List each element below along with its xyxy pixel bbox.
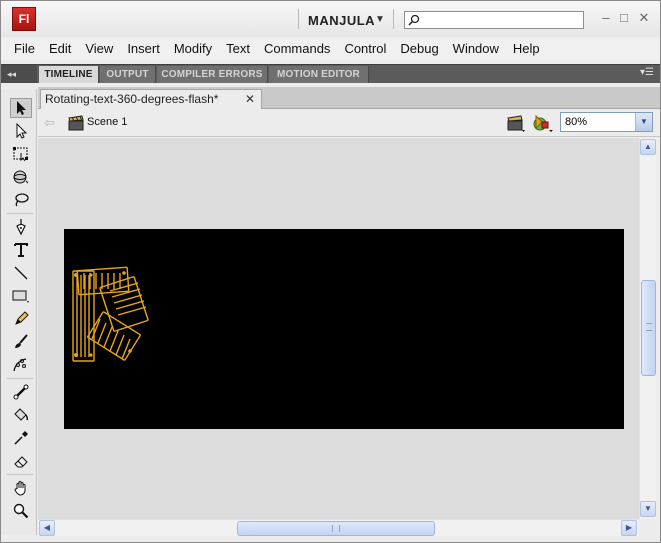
tool-divider (7, 378, 33, 379)
tab-output[interactable]: OUTPUT (100, 66, 156, 83)
vertical-scroll-thumb[interactable] (641, 280, 656, 376)
horizontal-scroll-thumb[interactable] (237, 521, 435, 536)
grip-icon (332, 525, 340, 532)
bone-tool-icon[interactable] (10, 382, 32, 402)
chevron-down-icon[interactable]: ▼ (635, 113, 652, 131)
zoom-value: 80% (565, 116, 588, 128)
tab-motion-editor[interactable]: MOTION EDITOR (269, 66, 369, 83)
scroll-down-icon[interactable]: ▼ (640, 501, 656, 517)
subselection-tool-icon[interactable] (10, 121, 32, 141)
tools-panel (1, 89, 37, 535)
menu-window[interactable]: Window (446, 38, 506, 60)
panel-tab-bar: ◂◂ TIMELINE OUTPUT COMPILER ERRORS MOTIO… (1, 64, 660, 83)
document-tab-bar: Rotating-text-360-degrees-flash* ✕ (38, 87, 660, 109)
flash-window: Fl MANJULA ▼ – □ ✕ File Edit View Insert… (0, 0, 661, 543)
scroll-left-icon[interactable]: ◀ (39, 520, 55, 536)
collapse-panels-icon[interactable]: ◂◂ (1, 65, 37, 83)
chevron-down-icon[interactable]: ▼ (375, 14, 385, 25)
edit-scene-icon[interactable] (506, 113, 526, 133)
back-arrow-icon[interactable]: ⇦ (44, 115, 55, 131)
eyedropper-tool-icon[interactable] (10, 428, 32, 448)
lasso-tool-icon[interactable] (10, 190, 32, 210)
title-divider (298, 9, 299, 29)
free-transform-tool-icon[interactable] (10, 144, 32, 164)
title-divider (393, 9, 394, 29)
minimize-button[interactable]: – (598, 10, 614, 26)
menu-text[interactable]: Text (219, 38, 257, 60)
tool-divider (7, 474, 33, 475)
menu-control[interactable]: Control (337, 38, 393, 60)
horizontal-scrollbar[interactable]: ◀ ▶ (38, 519, 639, 536)
menu-modify[interactable]: Modify (167, 38, 219, 60)
tab-timeline[interactable]: TIMELINE (39, 66, 99, 83)
paint-bucket-tool-icon[interactable] (10, 405, 32, 425)
close-button[interactable]: ✕ (636, 10, 652, 26)
document-tab[interactable]: Rotating-text-360-degrees-flash* ✕ (40, 89, 262, 109)
eraser-tool-icon[interactable] (10, 451, 32, 471)
vertical-scrollbar[interactable]: ▲ ▼ (639, 138, 656, 519)
menu-help[interactable]: Help (506, 38, 547, 60)
tab-compiler-errors[interactable]: COMPILER ERRORS (157, 66, 268, 83)
scroll-up-icon[interactable]: ▲ (640, 139, 656, 155)
panel-options-icon[interactable]: ▾☰ (640, 67, 654, 78)
line-tool-icon[interactable] (10, 263, 32, 283)
menu-debug[interactable]: Debug (393, 38, 445, 60)
scrollbar-corner (639, 519, 656, 536)
hand-tool-icon[interactable] (10, 478, 32, 498)
menu-commands[interactable]: Commands (257, 38, 337, 60)
menu-edit[interactable]: Edit (42, 38, 78, 60)
grip-icon (646, 323, 652, 331)
edit-bar: ⇦ Scene 1 80% ▼ (38, 109, 660, 137)
deco-tool-icon[interactable] (10, 355, 32, 375)
search-icon (408, 14, 420, 26)
rotating-text-artwork[interactable] (64, 229, 624, 429)
selection-tool-icon[interactable] (10, 98, 32, 118)
workspace-switcher[interactable]: MANJULA (308, 13, 375, 28)
close-icon[interactable]: ✕ (245, 90, 255, 109)
help-search-input[interactable] (404, 11, 584, 29)
scene-clapperboard-icon (68, 115, 84, 131)
brush-tool-icon[interactable] (10, 332, 32, 352)
tool-divider (7, 213, 33, 214)
zoom-tool-icon[interactable] (10, 501, 32, 521)
zoom-select[interactable]: 80% ▼ (560, 112, 653, 132)
stage-canvas[interactable] (64, 229, 624, 429)
text-tool-icon[interactable] (10, 240, 32, 260)
title-bar: Fl MANJULA ▼ – □ ✕ (1, 1, 660, 37)
document-title: Rotating-text-360-degrees-flash* (45, 92, 219, 106)
3d-rotation-tool-icon[interactable] (10, 167, 32, 187)
menu-bar: File Edit View Insert Modify Text Comman… (1, 38, 660, 60)
rectangle-tool-icon[interactable] (10, 286, 32, 306)
pencil-tool-icon[interactable] (10, 309, 32, 329)
pen-tool-icon[interactable] (10, 217, 32, 237)
maximize-button[interactable]: □ (616, 10, 632, 26)
flash-logo[interactable]: Fl (12, 7, 36, 31)
menu-file[interactable]: File (7, 38, 42, 60)
scroll-right-icon[interactable]: ▶ (621, 520, 637, 536)
scene-breadcrumb[interactable]: Scene 1 (87, 116, 127, 128)
edit-symbols-icon[interactable] (532, 113, 554, 133)
menu-insert[interactable]: Insert (120, 38, 167, 60)
menu-view[interactable]: View (78, 38, 120, 60)
